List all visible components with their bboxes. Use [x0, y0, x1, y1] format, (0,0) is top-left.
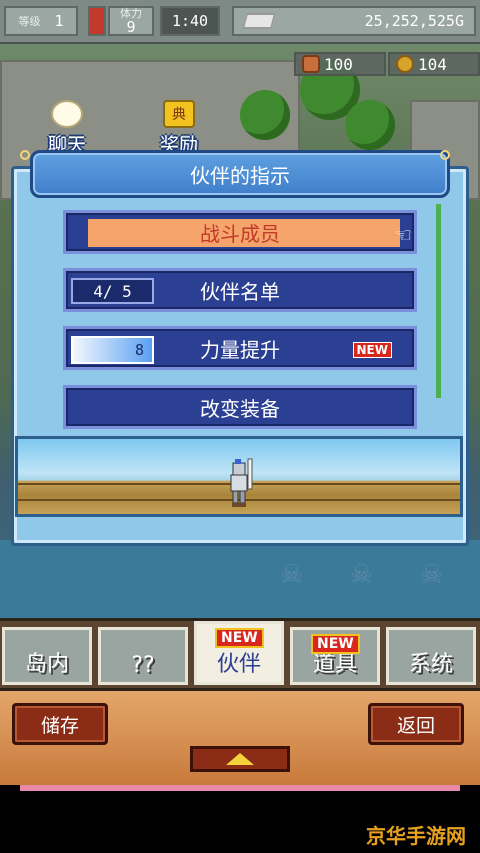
gold-amount: 25,252,525G: [364, 12, 464, 30]
skull-icon: ☠: [350, 560, 374, 590]
skull-icon: ☠: [280, 560, 304, 590]
hand-pointer-icon: ☜: [394, 223, 412, 247]
stamina-display: 体力 9: [108, 6, 154, 36]
corner-ornament-icon: [440, 150, 450, 160]
tab-items[interactable]: NEW 道具: [290, 627, 380, 685]
tree: [345, 100, 395, 150]
dialog-title-text: 伙伴的指示: [190, 163, 290, 188]
level-label: 等级: [18, 15, 41, 28]
menu-battle-members[interactable]: 战斗成员 ☜: [63, 210, 417, 254]
control-bar: 储存 返回: [0, 688, 480, 785]
stamina-value: 9: [126, 18, 136, 36]
banner-strip: [20, 785, 460, 791]
watermark: 京华手游网: [366, 824, 466, 848]
gold-coin-counter: 104: [388, 52, 480, 76]
arrow-up-icon: [226, 753, 254, 765]
menu-battle-members-label: 战斗成员: [200, 221, 280, 246]
menu-power-up-label: 力量提升: [200, 337, 280, 362]
partner-preview-scene: [15, 436, 463, 517]
scrollbar[interactable]: [436, 204, 441, 398]
gold-coin-icon: [396, 55, 414, 73]
power-gauge: 8: [71, 336, 154, 364]
main-tab-bar: 岛内 ?? NEW 伙伴 NEW 道具 系统: [0, 618, 480, 688]
knight-sprite: [230, 458, 253, 507]
status-bar: 等级 1 体力 9 1:40 25,252,525G: [0, 0, 480, 44]
menu-partner-list-label: 伙伴名单: [200, 279, 280, 304]
tab-unknown-label: ??: [131, 653, 155, 678]
tab-island[interactable]: 岛内: [2, 627, 92, 685]
tab-partner-new-badge: NEW: [215, 628, 264, 648]
menu-change-equipment[interactable]: 改变装备: [63, 385, 417, 429]
back-button[interactable]: 返回: [368, 703, 464, 745]
menu-change-equipment-label: 改变装备: [200, 396, 280, 421]
partner-count: 4/ 5: [71, 278, 154, 304]
corner-ornament-icon: [20, 150, 30, 160]
tab-system-label: 系统: [408, 652, 453, 677]
menu-partner-list[interactable]: 4/ 5 伙伴名单: [63, 268, 417, 312]
power-value: 8: [134, 341, 144, 359]
skull-icon: ☠: [420, 560, 444, 590]
tab-unknown[interactable]: ??: [98, 627, 188, 685]
chat-bubble-icon: [51, 100, 83, 128]
save-button[interactable]: 储存: [12, 703, 108, 745]
stamina-gauge: [88, 6, 106, 36]
tab-partner-label: 伙伴: [216, 652, 261, 677]
red-coin-icon: [302, 55, 320, 73]
gold-coin-value: 104: [418, 54, 447, 74]
tab-partner[interactable]: NEW 伙伴: [194, 621, 284, 685]
tab-island-label: 岛内: [24, 652, 69, 677]
level-display: 等级 1: [4, 6, 78, 36]
tab-system[interactable]: 系统: [386, 627, 476, 685]
gold-display: 25,252,525G: [232, 6, 476, 36]
tab-items-new-badge: NEW: [311, 634, 360, 654]
tree: [240, 90, 290, 140]
dialog-title: 伙伴的指示: [30, 150, 450, 198]
red-coin-counter: 100: [294, 52, 386, 76]
sea: [0, 540, 480, 630]
expand-button[interactable]: [190, 746, 290, 772]
reward-icon: 典: [163, 100, 195, 128]
gold-bar-icon: [241, 13, 277, 29]
menu-power-up[interactable]: 8 力量提升 NEW: [63, 326, 417, 370]
clock: 1:40: [160, 6, 220, 36]
level-value: 1: [54, 12, 64, 30]
new-badge: NEW: [352, 342, 392, 358]
red-coin-value: 100: [324, 54, 353, 74]
